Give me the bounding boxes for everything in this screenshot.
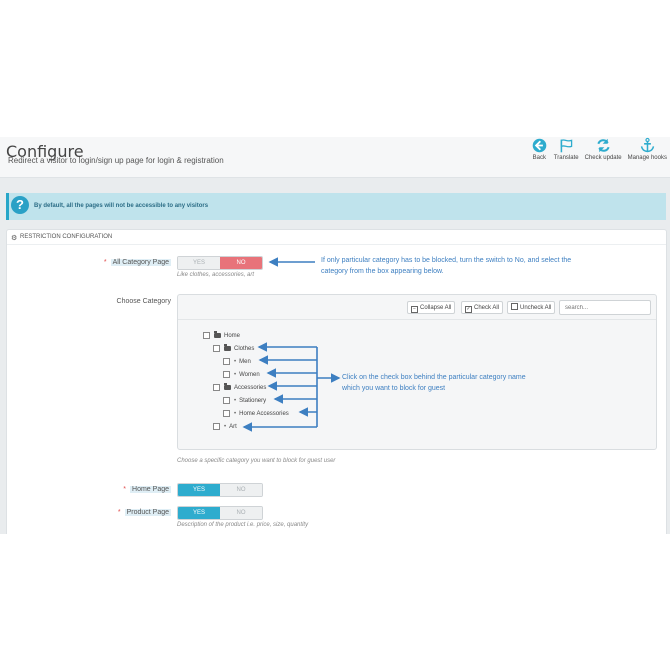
- women-checkbox[interactable]: [223, 371, 230, 378]
- all-category-yes[interactable]: YES: [178, 257, 220, 269]
- check-all-button[interactable]: ✓ Check All: [461, 301, 504, 314]
- bullet-icon: •: [234, 358, 237, 365]
- tree-node-women: • Women: [223, 371, 260, 378]
- product-page-label-row: * Product Page: [67, 509, 171, 516]
- bullet-icon: •: [224, 423, 227, 430]
- tree-annotation: Click on the check box behind the partic…: [342, 372, 526, 394]
- check-all-label: Check All: [474, 305, 500, 311]
- translate-label: Translate: [553, 155, 579, 161]
- home-page-no[interactable]: NO: [220, 484, 262, 496]
- product-page-help: Description of the product i.e. price, s…: [177, 522, 309, 528]
- product-page-label: Product Page: [124, 509, 171, 516]
- flag-icon: [560, 139, 572, 153]
- required-mark: *: [123, 486, 127, 493]
- tree-label: Women: [239, 371, 260, 378]
- stationery-checkbox[interactable]: [223, 397, 230, 404]
- required-mark: *: [103, 259, 107, 266]
- folder-icon: [224, 344, 231, 351]
- page-header: Configure Redirect a visitor to login/si…: [0, 137, 670, 178]
- category-search-input[interactable]: [559, 300, 651, 315]
- tree-node-art: • Art: [213, 423, 237, 430]
- page-subtitle: Redirect a visitor to login/sign up page…: [8, 156, 224, 165]
- folder-icon: [224, 383, 231, 390]
- collapse-icon: −: [411, 306, 418, 313]
- tree-node-clothes: Clothes: [213, 344, 255, 352]
- collapse-all-label: Collapse All: [420, 305, 452, 311]
- translate-button[interactable]: Translate: [554, 137, 579, 161]
- collapse-all-button[interactable]: − Collapse All: [407, 301, 456, 314]
- panel-heading: ⚙ RESTRICTION CONFIGURATION: [7, 230, 666, 245]
- home-page-yes[interactable]: YES: [178, 484, 220, 496]
- gear-icon: ⚙: [11, 235, 18, 242]
- uncheck-all-button[interactable]: Uncheck All: [507, 301, 556, 314]
- anchor-icon: [640, 137, 655, 153]
- tree-label: Art: [229, 423, 237, 430]
- folder-icon: [214, 331, 221, 338]
- toolbar: Back Translate Check update Manage hooks: [525, 137, 667, 161]
- tree-label: Home: [224, 332, 241, 339]
- manage-hooks-label: Manage hooks: [627, 155, 667, 161]
- tree-node-home: Home: [203, 331, 241, 339]
- info-text: By default, all the pages will not be ac…: [34, 203, 209, 209]
- check-update-button[interactable]: Check update: [585, 137, 622, 161]
- back-label: Back: [532, 155, 546, 161]
- home-checkbox[interactable]: [203, 332, 210, 339]
- uncheck-all-label: Uncheck All: [520, 305, 552, 311]
- all-category-label-row: * All Category Page: [67, 259, 171, 266]
- all-category-no[interactable]: NO: [220, 257, 262, 269]
- category-toolbar: − Collapse All ✓ Check All Uncheck All: [178, 295, 656, 320]
- all-category-help: Like clothes, accessories, art: [177, 272, 255, 278]
- all-category-label: All Category Page: [110, 259, 171, 266]
- tree-annotation-line1: Click on the check box behind the partic…: [342, 374, 526, 381]
- tree-node-stationery: • Stationery: [223, 397, 266, 404]
- tree-label: Home Accessories: [239, 410, 289, 417]
- home-page-label-row: * Home Page: [67, 486, 171, 493]
- tree-node-men: • Men: [223, 358, 251, 365]
- check-update-label: Check update: [584, 155, 622, 161]
- bullet-icon: •: [234, 410, 237, 417]
- choose-category-help: Choose a specific category you want to b…: [177, 458, 336, 464]
- configure-screen: Configure Redirect a visitor to login/si…: [0, 137, 670, 534]
- all-category-switch[interactable]: YES NO: [177, 256, 263, 270]
- accessories-checkbox[interactable]: [213, 384, 220, 391]
- bullet-icon: •: [234, 371, 237, 378]
- product-page-switch[interactable]: YES NO: [177, 506, 263, 520]
- question-icon: ?: [11, 196, 29, 214]
- tree-node-accessories: Accessories: [213, 383, 267, 391]
- home-page-label: Home Page: [130, 486, 171, 493]
- product-page-yes[interactable]: YES: [178, 507, 220, 519]
- panel-title: RESTRICTION CONFIGURATION: [20, 234, 113, 240]
- home-accessories-checkbox[interactable]: [223, 410, 230, 417]
- choose-category-label: Choose Category: [116, 298, 171, 305]
- tree-label: Clothes: [234, 345, 255, 352]
- switch-annotation-line2: category from the box appearing below.: [321, 268, 444, 275]
- back-icon: [532, 138, 547, 153]
- manage-hooks-button[interactable]: Manage hooks: [628, 137, 667, 161]
- empty-box-icon: [511, 303, 518, 310]
- required-mark: *: [117, 509, 121, 516]
- switch-annotation-line1: If only particular category has to be bl…: [321, 257, 572, 264]
- tree-node-home-accessories: • Home Accessories: [223, 410, 289, 417]
- home-page-switch[interactable]: YES NO: [177, 483, 263, 497]
- product-page-no[interactable]: NO: [220, 507, 262, 519]
- men-checkbox[interactable]: [223, 358, 230, 365]
- refresh-icon: [597, 138, 610, 153]
- tree-label: Accessories: [234, 384, 267, 391]
- tree-label: Men: [239, 358, 251, 365]
- bullet-icon: •: [234, 397, 237, 404]
- tree-annotation-line2: which you want to block for guest: [342, 385, 446, 392]
- tree-label: Stationery: [239, 397, 267, 404]
- art-checkbox[interactable]: [213, 423, 220, 430]
- switch-annotation: If only particular category has to be bl…: [321, 255, 571, 277]
- back-button[interactable]: Back: [531, 137, 548, 161]
- info-alert: ? By default, all the pages will not be …: [6, 193, 666, 220]
- clothes-checkbox[interactable]: [213, 345, 220, 352]
- checked-box-icon: ✓: [465, 306, 472, 313]
